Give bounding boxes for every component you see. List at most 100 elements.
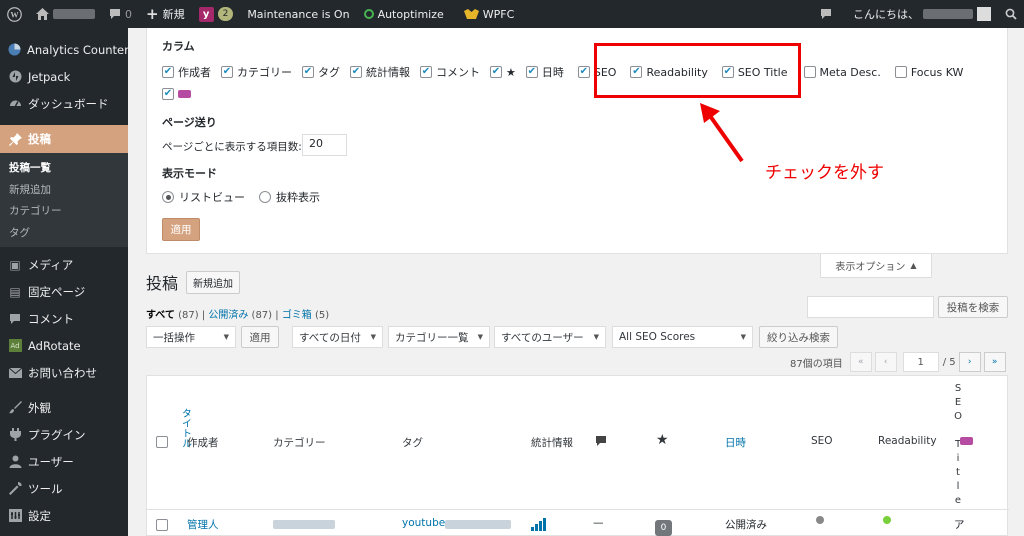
user-filter-select[interactable]: すべてのユーザー ▼ [494, 326, 606, 348]
seo-score-filter-select[interactable]: All SEO Scores ▼ [612, 326, 753, 348]
wpfc-button[interactable]: WPFC [457, 0, 522, 28]
column-meta-desc-checkbox[interactable]: Meta Desc. [803, 66, 881, 79]
sidebar-item-dashboard[interactable]: ダッシュボード [0, 90, 128, 117]
user-icon [8, 455, 22, 469]
column-tags-checkbox[interactable]: ✔ タグ [302, 64, 340, 80]
checkmark-icon: ✔ [577, 66, 590, 78]
column-focus-kw-checkbox[interactable]: Focus KW [894, 66, 963, 79]
submenu-add-new[interactable]: 新規追加 [0, 179, 128, 201]
sidebar-item-media[interactable]: ▣ メディア [0, 251, 128, 278]
columns-checkbox-row: ✔ 作成者 ✔ カテゴリー ✔ タグ ✔ 統計情報 ✔ コメント ✔ ★ ✔ 日時 ✔ SEO … [162, 64, 973, 80]
comments-button[interactable]: 0 [102, 0, 139, 28]
filter-all-link[interactable]: すべて [146, 310, 175, 321]
last-page-button[interactable]: » [983, 352, 1006, 372]
per-page-input[interactable]: 20 [302, 134, 347, 156]
adrotate-icon: Ad [8, 339, 22, 353]
column-seo-title-checkbox[interactable]: ✔ SEO Title [721, 66, 788, 79]
seo-score-dot [816, 516, 824, 524]
wpfc-icon [463, 8, 479, 19]
submenu-categories[interactable]: カテゴリー [0, 200, 128, 222]
post-search-input[interactable] [807, 296, 934, 318]
search-button[interactable] [998, 0, 1024, 28]
sidebar-item-posts[interactable]: 投稿 [0, 125, 128, 153]
sidebar-item-settings[interactable]: 設定 [0, 502, 128, 529]
media-icon: ▣ [9, 257, 21, 272]
checkmark-icon: ✔ [721, 66, 734, 78]
view-list-radio[interactable]: リストビュー [162, 189, 245, 205]
row-comment-count[interactable]: 0 [655, 520, 672, 536]
wordpress-logo-button[interactable]: W [0, 0, 29, 28]
sidebar-item-jetpack[interactable]: Jetpack [0, 63, 128, 90]
new-label: 新規 [162, 8, 185, 21]
select-all-checkbox[interactable] [156, 436, 168, 448]
columns-checkbox-row-2: ✔ [162, 88, 201, 100]
brush-icon [8, 401, 22, 415]
column-author-checkbox[interactable]: ✔ 作成者 [162, 64, 211, 80]
sidebar-item-adrotate[interactable]: Ad AdRotate [0, 332, 128, 359]
bulk-apply-button[interactable]: 適用 [241, 326, 279, 348]
admin-bar: W 0 + 新規 y 2 Maintenance is On Autoptimi… [0, 0, 1024, 28]
sidebar-item-users[interactable]: ユーザー [0, 448, 128, 475]
comment-icon [8, 312, 22, 326]
column-star-checkbox[interactable]: ✔ ★ [490, 66, 516, 79]
link-count-icon [178, 90, 191, 98]
column-seo-title-header[interactable]: SEO Title [951, 383, 965, 509]
autoptimize-button[interactable]: Autoptimize [357, 0, 451, 28]
home-icon [36, 8, 49, 20]
filter-trash-link[interactable]: ゴミ箱 [282, 310, 312, 321]
column-readability-checkbox[interactable]: ✔ Readability [630, 66, 708, 79]
column-seo-links-checkbox[interactable]: ✔ [162, 88, 191, 100]
category-filter-select[interactable]: カテゴリー一覧 ▼ [388, 326, 490, 348]
column-readability-header[interactable]: Readability [878, 435, 937, 447]
submenu-tags[interactable]: タグ [0, 222, 128, 244]
new-content-button[interactable]: + 新規 [139, 0, 192, 28]
first-page-button[interactable]: « [849, 352, 872, 372]
jetpack-icon [8, 70, 22, 84]
prev-page-button[interactable]: ‹ [874, 352, 897, 372]
maintenance-button[interactable]: Maintenance is On [240, 0, 356, 28]
add-new-button[interactable]: 新規追加 [186, 270, 241, 294]
yoast-button[interactable]: y 2 [192, 0, 241, 28]
view-excerpt-radio[interactable]: 抜粋表示 [259, 189, 320, 205]
row-author-link[interactable]: 管理人 [187, 517, 219, 532]
sidebar-item-appearance[interactable]: 外観 [0, 394, 128, 421]
column-seo-checkbox[interactable]: ✔ SEO [577, 66, 616, 79]
submenu-all-posts[interactable]: 投稿一覧 [0, 157, 128, 179]
column-stats-checkbox[interactable]: ✔ 統計情報 [350, 64, 410, 80]
column-date-checkbox[interactable]: ✔ 日時 [525, 64, 564, 80]
checkmark-icon: ✔ [162, 88, 174, 100]
row-date-status: 公開済み [725, 519, 767, 531]
column-category-checkbox[interactable]: ✔ カテゴリー [221, 64, 292, 80]
row-checkbox[interactable] [156, 519, 168, 531]
notifications-button[interactable] [813, 0, 839, 28]
site-name-button[interactable] [29, 0, 102, 28]
screen-options-tab[interactable]: 表示オプション ▲ [820, 254, 932, 278]
sidebar-item-comments[interactable]: コメント [0, 305, 128, 332]
stats-bar-icon[interactable] [531, 518, 546, 531]
pagination-title: ページ送り [162, 116, 217, 129]
star-column-icon[interactable]: ★ [656, 432, 669, 448]
column-comments-checkbox[interactable]: ✔ コメント [420, 64, 480, 80]
current-page-input[interactable]: 1 [902, 352, 939, 372]
triangle-up-icon: ▲ [910, 261, 917, 270]
next-page-button[interactable]: › [958, 352, 981, 372]
filter-published-link[interactable]: 公開済み [208, 310, 248, 321]
bulk-action-select[interactable]: 一括操作 ▼ [146, 326, 236, 348]
column-seo-header[interactable]: SEO [811, 435, 833, 447]
column-date-header[interactable]: 日時 [725, 435, 746, 450]
my-account-button[interactable]: こんにちは、 [839, 0, 998, 28]
search-posts-button[interactable]: 投稿を検索 [938, 296, 1008, 318]
screen-options-apply-button[interactable]: 適用 [162, 218, 200, 241]
sidebar-item-tools[interactable]: ツール [0, 475, 128, 502]
sidebar-item-contact[interactable]: お問い合わせ [0, 359, 128, 386]
autoptimize-icon [363, 9, 374, 19]
date-filter-select[interactable]: すべての日付 ▼ [292, 326, 383, 348]
row-tags-link[interactable]: youtube, [402, 517, 449, 529]
comment-column-icon[interactable] [595, 435, 607, 447]
sidebar-item-pages[interactable]: ▤ 固定ページ [0, 278, 128, 305]
sidebar-item-plugins[interactable]: プラグイン [0, 421, 128, 448]
filter-button[interactable]: 絞り込み検索 [759, 326, 838, 348]
columns-title: カラム [162, 40, 195, 53]
sidebar-item-analytics-counter[interactable]: Analytics Counter [0, 36, 129, 63]
checkmark-icon: ✔ [630, 66, 643, 78]
